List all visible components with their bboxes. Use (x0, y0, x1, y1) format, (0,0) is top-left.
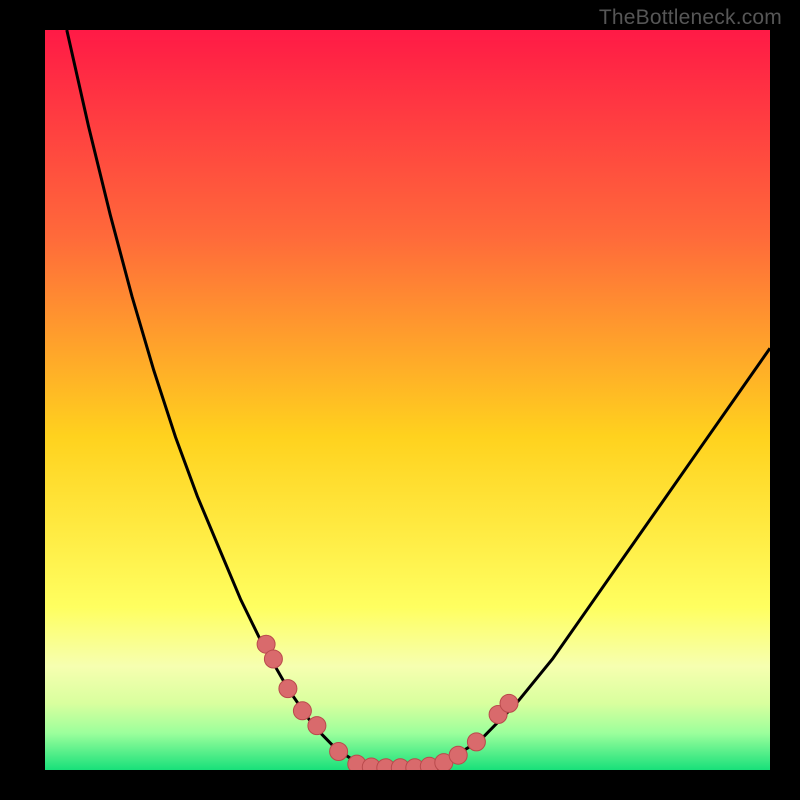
chart-svg (45, 30, 770, 770)
highlight-marker (279, 680, 297, 698)
highlight-marker (500, 694, 518, 712)
highlight-marker (293, 702, 311, 720)
chart-frame: TheBottleneck.com (0, 0, 800, 800)
highlight-marker (264, 650, 282, 668)
plot-area (45, 30, 770, 770)
watermark-text: TheBottleneck.com (599, 6, 782, 30)
highlight-marker (308, 717, 326, 735)
bottleneck-curve (67, 30, 770, 770)
highlight-marker (330, 743, 348, 761)
highlight-marker (449, 746, 467, 764)
highlight-marker (467, 733, 485, 751)
